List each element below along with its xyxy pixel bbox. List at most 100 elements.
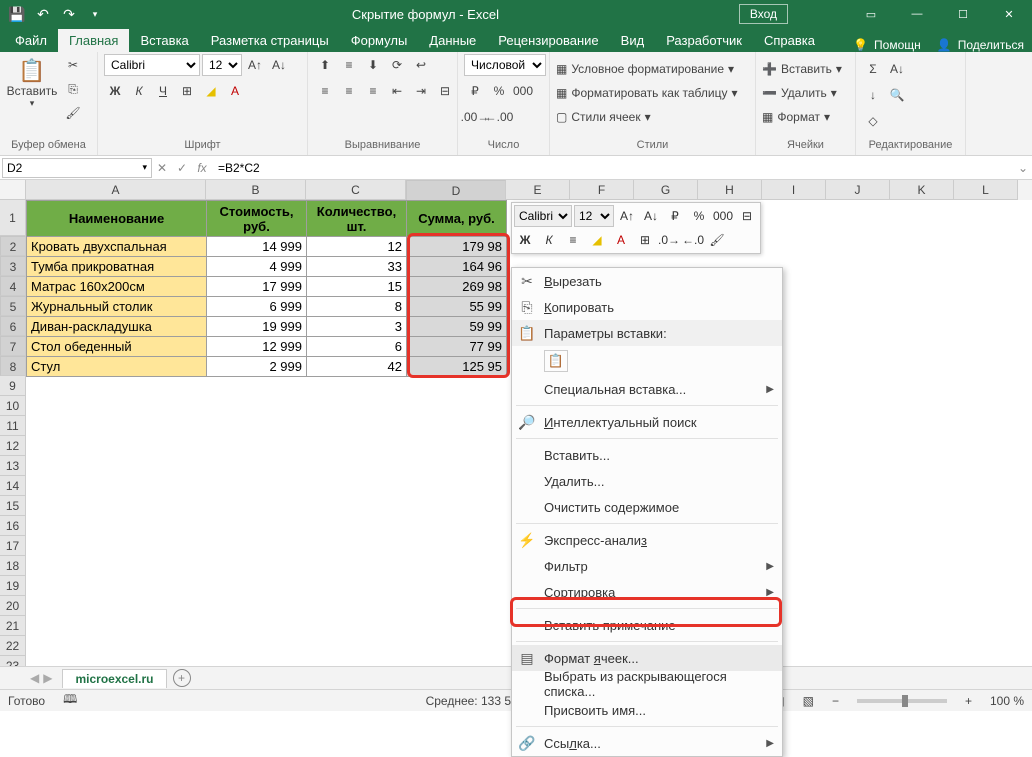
mini-italic-button[interactable]: К [538,229,560,251]
row-header-2[interactable]: 2 [0,236,26,256]
format-painter-icon[interactable]: 🖌 [62,102,84,124]
percent-icon[interactable]: % [488,80,510,102]
decrease-indent-icon[interactable]: ⇤ [386,80,408,102]
fx-icon[interactable]: fx [192,161,212,175]
qat-dropdown-icon[interactable]: ▾ [84,3,106,25]
col-header-C[interactable]: C [306,180,406,200]
row-header-22[interactable]: 22 [0,636,26,656]
cell[interactable]: 15 [307,277,407,297]
cell[interactable]: Тумба прикроватная [27,257,207,277]
row-header-12[interactable]: 12 [0,436,26,456]
zoom-out-icon[interactable]: − [832,694,839,708]
mini-bold-button[interactable]: Ж [514,229,536,251]
col-header-A[interactable]: A [26,180,206,200]
cell[interactable]: 3 [307,317,407,337]
conditional-formatting-button[interactable]: ▦Условное форматирование ▾ [556,58,734,80]
zoom-in-icon[interactable]: + [965,694,972,708]
tab-formulas[interactable]: Формулы [340,29,419,52]
currency-icon[interactable]: ₽ [464,80,486,102]
bold-button[interactable]: Ж [104,80,126,102]
tab-view[interactable]: Вид [610,29,656,52]
sheet-tab-active[interactable]: microexcel.ru [62,669,166,688]
share-icon[interactable]: 👤 [937,38,952,52]
fill-color-icon[interactable]: ◢ [200,80,222,102]
ctx-express-analysis[interactable]: ⚡Экспресс-анализ [512,527,782,553]
paste-default-icon[interactable]: 📋 [544,350,568,372]
cell[interactable]: 55 99 [407,297,507,317]
increase-indent-icon[interactable]: ⇥ [410,80,432,102]
ctx-pick-from-list[interactable]: Выбрать из раскрывающегося списка... [512,671,782,697]
tab-data[interactable]: Данные [418,29,487,52]
mini-decrease-font-icon[interactable]: A↓ [640,205,662,227]
delete-cells-button[interactable]: ➖Удалить ▾ [762,82,837,104]
insert-cells-button[interactable]: ➕Вставить ▾ [762,58,842,80]
cell[interactable]: Матрас 160х200см [27,277,207,297]
cell[interactable]: 12 999 [207,337,307,357]
save-icon[interactable]: 💾 [6,3,28,25]
mini-increase-font-icon[interactable]: A↑ [616,205,638,227]
ctx-insert[interactable]: Вставить... [512,442,782,468]
increase-decimal-icon[interactable]: .00→ [464,106,486,128]
select-all-corner[interactable] [0,180,26,200]
cell[interactable]: 19 999 [207,317,307,337]
tab-layout[interactable]: Разметка страницы [200,29,340,52]
mini-font-color-icon[interactable]: A [610,229,632,251]
font-family-select[interactable]: Calibri [104,54,200,76]
autosum-icon[interactable]: Σ [862,58,884,80]
font-color-icon[interactable]: A [224,80,246,102]
format-as-table-button[interactable]: ▦Форматировать как таблицу ▾ [556,82,738,104]
row-header-18[interactable]: 18 [0,556,26,576]
cell[interactable]: 77 99 [407,337,507,357]
cancel-formula-icon[interactable]: ✕ [152,161,172,175]
zoom-slider[interactable] [857,699,947,703]
decrease-decimal-icon[interactable]: ←.00 [488,106,510,128]
row-header-9[interactable]: 9 [0,376,26,396]
cell[interactable]: 125 95 [407,357,507,377]
cell[interactable]: 4 999 [207,257,307,277]
row-header-3[interactable]: 3 [0,256,26,276]
cell-styles-button[interactable]: ▢Стили ячеек ▾ [556,106,651,128]
ctx-smart-lookup[interactable]: 🔎Интеллектуальный поиск [512,409,782,435]
ctx-copy[interactable]: ⎘Копировать [512,294,782,320]
mini-borders-icon[interactable]: ⊞ [634,229,656,251]
tab-file[interactable]: Файл [4,29,58,52]
row-header-6[interactable]: 6 [0,316,26,336]
row-header-10[interactable]: 10 [0,396,26,416]
mini-font-select[interactable]: Calibri [514,205,572,227]
add-sheet-icon[interactable]: + [173,669,191,687]
tab-review[interactable]: Рецензирование [487,29,609,52]
row-header-19[interactable]: 19 [0,576,26,596]
tab-help[interactable]: Справка [753,29,826,52]
comma-icon[interactable]: 000 [512,80,534,102]
cell[interactable]: 12 [307,237,407,257]
cell[interactable]: 6 [307,337,407,357]
col-header-B[interactable]: B [206,180,306,200]
share-label[interactable]: Поделиться [958,38,1024,52]
close-icon[interactable]: ✕ [986,0,1032,28]
ctx-filter[interactable]: Фильтр▶ [512,553,782,579]
cell[interactable]: 42 [307,357,407,377]
cell[interactable]: Стул [27,357,207,377]
underline-button[interactable]: Ч [152,80,174,102]
col-header-J[interactable]: J [826,180,890,200]
table-header[interactable]: Наименование [27,201,207,237]
tab-developer[interactable]: Разработчик [655,29,753,52]
cell[interactable]: 8 [307,297,407,317]
font-size-select[interactable]: 12 [202,54,242,76]
cell[interactable]: 269 98 [407,277,507,297]
ctx-delete[interactable]: Удалить... [512,468,782,494]
ctx-define-name[interactable]: Присвоить имя... [512,697,782,723]
table-header[interactable]: Количество, шт. [307,201,407,237]
mini-merge-icon[interactable]: ⊟ [736,205,758,227]
cell[interactable]: Кровать двухспальная [27,237,207,257]
table-header[interactable]: Сумма, руб. [407,201,507,237]
mini-inc-decimal-icon[interactable]: .0→ [658,229,680,251]
align-top-icon[interactable]: ⬆ [314,54,336,76]
redo-icon[interactable]: ↷ [58,3,80,25]
col-header-L[interactable]: L [954,180,1018,200]
cut-icon[interactable]: ✂ [62,54,84,76]
cell[interactable]: 2 999 [207,357,307,377]
row-header-20[interactable]: 20 [0,596,26,616]
mini-dec-decimal-icon[interactable]: ←.0 [682,229,704,251]
row-header-17[interactable]: 17 [0,536,26,556]
